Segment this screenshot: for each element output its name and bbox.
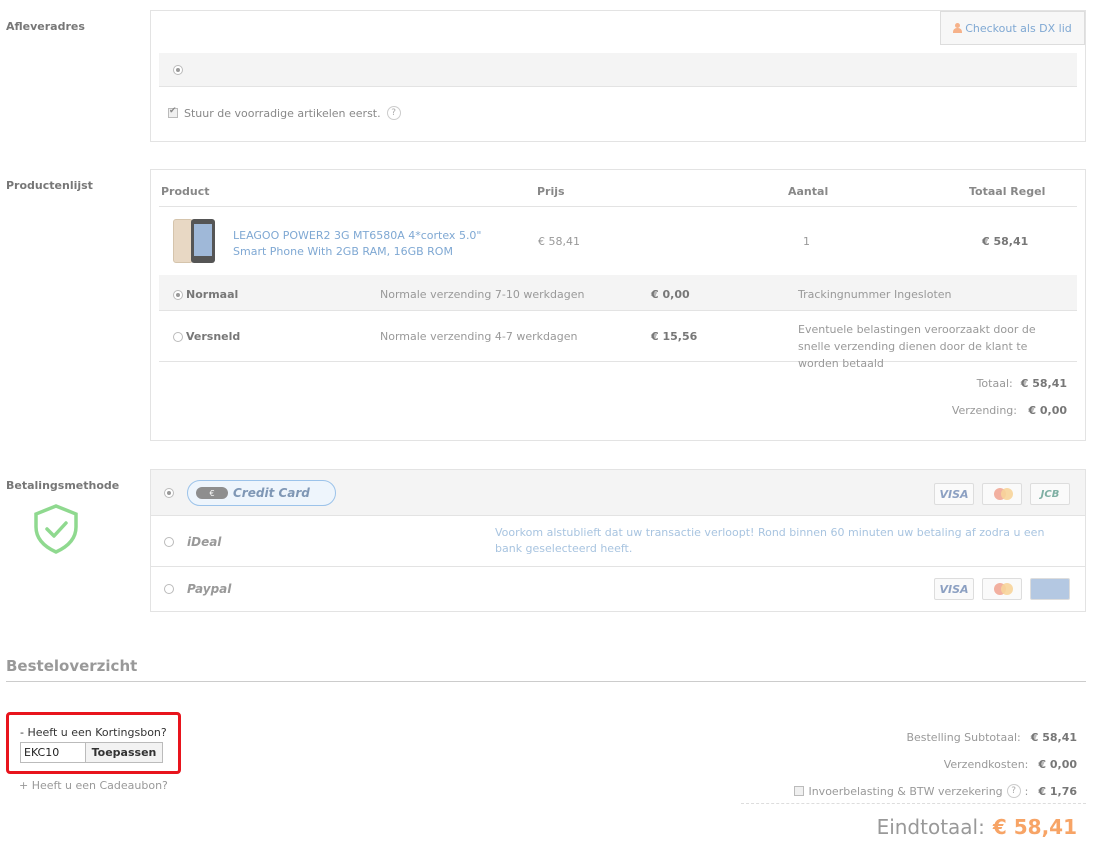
checkout-dx-member-button[interactable]: Checkout als DX lid — [940, 11, 1085, 45]
header-price: Prijs — [537, 185, 565, 198]
amex-logo-icon — [1030, 578, 1070, 600]
coupon-toggle[interactable]: - Heeft u een Kortingsbon? — [20, 726, 167, 739]
shield-check-icon — [34, 504, 78, 554]
product-list-panel: Product Prijs Aantal Totaal Regel LEAGOO… — [150, 169, 1086, 441]
shipping-express-note: Eventuele belastingen veroorzaakt door d… — [798, 323, 1036, 370]
euro-icon: € — [196, 487, 228, 499]
shipping-normal-radio[interactable] — [173, 289, 183, 300]
insurance-line: Invoerbelasting & BTW verzekering ?: € 1… — [794, 784, 1077, 798]
shipping-normal-price: € 0,00 — [651, 288, 690, 301]
products-shipping-label: Verzending: — [951, 404, 1017, 417]
product-price: € 58,41 — [538, 235, 580, 248]
grand-total-line: Eindtotaal: € 58,41 — [877, 815, 1077, 839]
user-icon — [953, 23, 963, 33]
product-quantity: 1 — [803, 235, 810, 248]
ideal-label: iDeal — [187, 535, 222, 549]
stock-first-option: Stuur de voorradige artikelen eerst. ? — [168, 106, 401, 120]
payment-section-label: Betalingsmethode — [6, 479, 120, 492]
shipping-express-price: € 15,56 — [651, 330, 698, 343]
shipping-express-name: Versneld — [186, 330, 241, 343]
grand-total-value: € 58,41 — [992, 815, 1077, 839]
products-section-label: Productenlijst — [6, 179, 93, 192]
credit-card-pill[interactable]: € Credit Card — [187, 480, 336, 506]
paypal-radio[interactable] — [164, 584, 174, 594]
payment-option-ideal[interactable]: iDeal Voorkom alstublieft dat uw transac… — [151, 516, 1085, 567]
help-icon[interactable]: ? — [386, 106, 401, 120]
overview-divider — [6, 681, 1086, 682]
product-line-total: € 58,41 — [982, 235, 1029, 248]
address-option-row[interactable] — [159, 53, 1077, 87]
shipping-cost-value: € 0,00 — [1038, 758, 1077, 771]
payment-panel: € Credit Card VISA JCB iDeal Voorkom als… — [150, 469, 1086, 612]
address-radio[interactable] — [173, 65, 183, 75]
header-quantity: Aantal — [788, 185, 829, 198]
stock-first-label: Stuur de voorradige artikelen eerst. — [184, 106, 381, 120]
products-shipping-value: € 0,00 — [1028, 404, 1067, 417]
paypal-label: Paypal — [187, 582, 232, 596]
mastercard-logo-icon — [982, 578, 1022, 600]
ideal-radio[interactable] — [164, 537, 174, 547]
product-table-header: Product Prijs Aantal Totaal Regel — [159, 170, 1077, 207]
help-icon[interactable]: ? — [1006, 784, 1021, 798]
insurance-value: € 1,76 — [1038, 784, 1077, 798]
shipping-cost-line: Verzendkosten: € 0,00 — [944, 758, 1077, 771]
shipping-normal-name: Normaal — [186, 288, 239, 301]
checkout-dx-member-label: Checkout als DX lid — [965, 21, 1072, 35]
visa-logo-icon: VISA — [934, 483, 974, 505]
visa-logo-icon: VISA — [934, 578, 974, 600]
subtotal-line: Bestelling Subtotaal: € 58,41 — [906, 731, 1077, 744]
payment-option-credit-card[interactable]: € Credit Card VISA JCB — [151, 470, 1085, 516]
gift-card-link[interactable]: + Heeft u een Cadeaubon? — [19, 779, 168, 792]
address-panel: Checkout als DX lid Stuur de voorradige … — [150, 10, 1086, 142]
header-product: Product — [161, 185, 210, 198]
products-shipping-line: Verzending: € 0,00 — [952, 404, 1067, 417]
insurance-checkbox[interactable] — [794, 786, 805, 796]
coupon-code-input[interactable] — [20, 742, 86, 763]
payment-option-paypal[interactable]: Paypal VISA — [151, 567, 1085, 611]
subtotal-value: € 58,41 — [1030, 731, 1077, 744]
subtotal-label: Bestelling Subtotaal: — [906, 731, 1021, 744]
shipping-normal-desc: Normale verzending 7-10 werkdagen — [380, 288, 585, 301]
shipping-cost-label: Verzendkosten: — [943, 758, 1029, 771]
table-row: LEAGOO POWER2 3G MT6580A 4*cortex 5.0" S… — [159, 207, 1077, 275]
product-thumbnail[interactable] — [169, 217, 217, 265]
shipping-option-normal[interactable]: Normaal Normale verzending 7-10 werkdage… — [159, 275, 1077, 311]
jcb-logo-icon: JCB — [1030, 483, 1070, 505]
shipping-express-radio[interactable] — [173, 331, 183, 342]
header-line-total: Totaal Regel — [969, 185, 1046, 198]
address-section-label: Afleveradres — [6, 20, 85, 33]
products-total-value: € 58,41 — [1020, 377, 1067, 390]
grand-total-label: Eindtotaal: — [876, 815, 985, 839]
stock-first-checkbox[interactable] — [168, 106, 178, 118]
products-total-line: Totaal: € 58,41 — [977, 377, 1067, 390]
shipping-normal-note: Trackingnummer Ingesloten — [798, 288, 952, 301]
insurance-label: Invoerbelasting & BTW verzekering — [808, 784, 1003, 798]
products-total-label: Totaal: — [976, 377, 1013, 390]
product-name-link[interactable]: LEAGOO POWER2 3G MT6580A 4*cortex 5.0" S… — [233, 228, 513, 260]
credit-card-radio[interactable] — [164, 488, 174, 498]
order-overview-title: Besteloverzicht — [6, 657, 138, 675]
ideal-note: Voorkom alstublieft dat uw transactie ve… — [495, 526, 1045, 555]
shipping-express-desc: Normale verzending 4-7 werkdagen — [380, 330, 578, 343]
summary-divider — [741, 803, 1086, 804]
credit-card-label: Credit Card — [233, 486, 310, 500]
mastercard-logo-icon — [982, 483, 1022, 505]
coupon-highlight-box: - Heeft u een Kortingsbon? Toepassen — [6, 712, 181, 774]
shipping-option-express[interactable]: Versneld Normale verzending 4-7 werkdage… — [159, 311, 1077, 370]
apply-coupon-button[interactable]: Toepassen — [85, 742, 163, 763]
